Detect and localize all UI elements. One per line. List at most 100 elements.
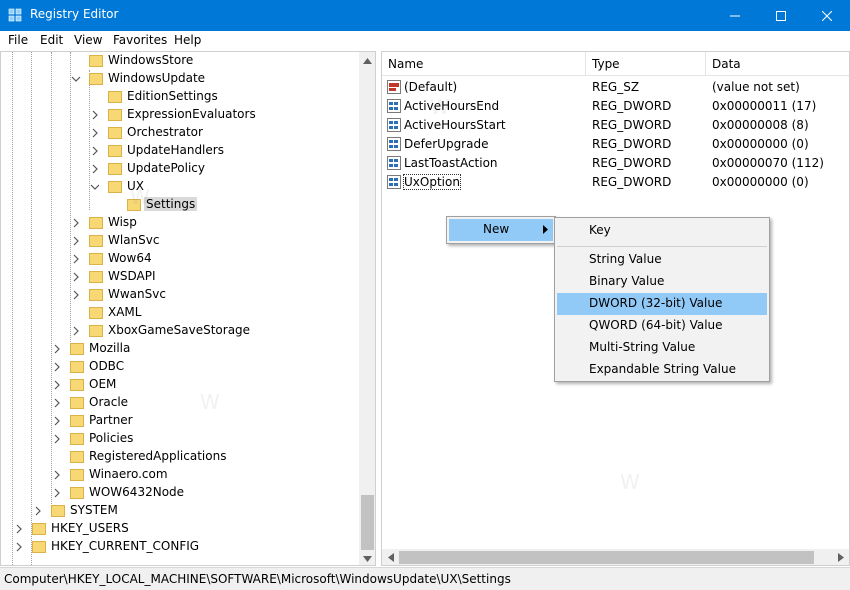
tree-node[interactable]: UX [1,178,359,196]
menu-favorites[interactable]: Favorites [113,33,167,47]
scroll-up-button[interactable] [359,52,375,69]
tree-node[interactable]: RegisteredApplications [1,448,359,466]
tree-node[interactable]: Mozilla [1,340,359,358]
tree-node-label: WwanSvc [108,287,166,301]
chevron-right-icon[interactable] [52,397,62,409]
folder-icon [70,433,84,445]
tree-node[interactable]: Settings [1,196,359,214]
chevron-down-icon[interactable] [71,73,81,85]
tree-node[interactable]: UpdateHandlers [1,142,359,160]
value-row[interactable]: LastToastAction REG_DWORD 0x00000070 (112) [382,154,849,173]
tree-node[interactable]: OEM [1,376,359,394]
chevron-right-icon[interactable] [90,109,100,121]
tree-node[interactable]: HKEY_USERS [1,520,359,538]
column-divider[interactable] [585,52,586,76]
submenu-dword-value[interactable]: DWORD (32-bit) Value [557,293,767,315]
tree-node[interactable]: Partner [1,412,359,430]
tree-scroll-thumb[interactable] [361,495,374,550]
tree-node[interactable]: XboxGameSaveStorage [1,322,359,340]
column-type-header[interactable]: Type [592,57,620,71]
tree-node[interactable]: WOW6432Node [1,484,359,502]
value-row[interactable]: DeferUpgrade REG_DWORD 0x00000000 (0) [382,135,849,154]
tree-node[interactable]: SYSTEM [1,502,359,520]
list-scroll-thumb[interactable] [399,551,814,564]
maximize-button[interactable] [758,0,804,31]
tree-node[interactable]: WindowsUpdate [1,70,359,88]
column-data-header[interactable]: Data [712,57,741,71]
menu-edit[interactable]: Edit [40,33,63,47]
chevron-right-icon[interactable] [71,217,81,229]
chevron-right-icon[interactable] [52,415,62,427]
key-tree-pane[interactable]: WindowsStore WindowsUpdate EditionSettings… [0,51,376,566]
tree-node[interactable]: WindowsStore [1,52,359,70]
close-icon [822,10,832,21]
tree-node[interactable]: XAML [1,304,359,322]
chevron-down-icon[interactable] [90,181,100,193]
submenu-expandable-string-value[interactable]: Expandable String Value [557,359,767,381]
folder-icon [108,109,122,121]
tree-node[interactable]: WlanSvc [1,232,359,250]
value-row[interactable]: (Default) REG_SZ (value not set) [382,78,849,97]
context-menu-new[interactable]: New [449,219,553,241]
folder-icon [108,145,122,157]
chevron-right-icon[interactable] [52,343,62,355]
tree-node[interactable]: Policies [1,430,359,448]
tree-node[interactable]: Orchestrator [1,124,359,142]
tree-node[interactable]: UpdatePolicy [1,160,359,178]
tree-node[interactable]: Wisp [1,214,359,232]
scroll-left-button[interactable] [382,549,399,565]
minimize-icon [730,15,740,16]
chevron-right-icon[interactable] [52,361,62,373]
chevron-right-icon[interactable] [52,469,62,481]
list-horizontal-scrollbar[interactable] [382,549,849,565]
tree-node[interactable]: ExpressionEvaluators [1,106,359,124]
tree-node[interactable]: Winaero.com [1,466,359,484]
submenu-binary-value[interactable]: Binary Value [557,271,767,293]
scroll-right-button[interactable] [832,549,849,565]
chevron-right-icon[interactable] [90,127,100,139]
value-data: 0x00000000 (0) [712,137,809,151]
tree-node[interactable]: WwanSvc [1,286,359,304]
tree-node-label: Policies [89,431,134,445]
submenu-qword-value[interactable]: QWORD (64-bit) Value [557,315,767,337]
scroll-down-button[interactable] [359,550,375,565]
submenu-string-value[interactable]: String Value [557,249,767,271]
tree-node[interactable]: EditionSettings [1,88,359,106]
tree-node[interactable]: Wow64 [1,250,359,268]
chevron-right-icon[interactable] [52,433,62,445]
chevron-right-icon[interactable] [71,325,81,337]
close-button[interactable] [804,0,850,31]
menu-file[interactable]: File [8,33,28,47]
chevron-right-icon[interactable] [90,145,100,157]
tree-vertical-scrollbar[interactable] [359,52,375,565]
chevron-right-icon[interactable] [33,505,43,517]
value-type: REG_DWORD [592,156,672,170]
value-row[interactable]: ActiveHoursStart REG_DWORD 0x00000008 (8) [382,116,849,135]
chevron-right-icon[interactable] [52,487,62,499]
folder-icon [108,127,122,139]
chevron-right-icon[interactable] [71,289,81,301]
tree-node[interactable]: Oracle [1,394,359,412]
menu-help[interactable]: Help [174,33,201,47]
submenu-multi-string-value[interactable]: Multi-String Value [557,337,767,359]
tree-node[interactable]: WSDAPI [1,268,359,286]
column-name-header[interactable]: Name [388,57,423,71]
chevron-right-icon[interactable] [71,271,81,283]
tree-node[interactable]: ODBC [1,358,359,376]
menu-view[interactable]: View [74,33,102,47]
submenu-key[interactable]: Key [557,220,767,242]
value-row[interactable]: ActiveHoursEnd REG_DWORD 0x00000011 (17) [382,97,849,116]
tree-node-label: Settings [144,197,198,211]
binary-value-icon [387,175,401,189]
tree-node[interactable]: HKEY_CURRENT_CONFIG [1,538,359,556]
chevron-right-icon[interactable] [90,163,100,175]
chevron-right-icon[interactable] [14,541,24,553]
chevron-right-icon[interactable] [52,379,62,391]
value-row[interactable]: UxOption REG_DWORD 0x00000000 (0) [382,173,849,192]
chevron-right-icon[interactable] [71,253,81,265]
status-path: Computer\HKEY_LOCAL_MACHINE\SOFTWARE\Mic… [4,572,511,586]
chevron-right-icon[interactable] [14,523,24,535]
chevron-right-icon[interactable] [71,235,81,247]
minimize-button[interactable] [712,0,758,31]
column-divider[interactable] [705,52,706,76]
